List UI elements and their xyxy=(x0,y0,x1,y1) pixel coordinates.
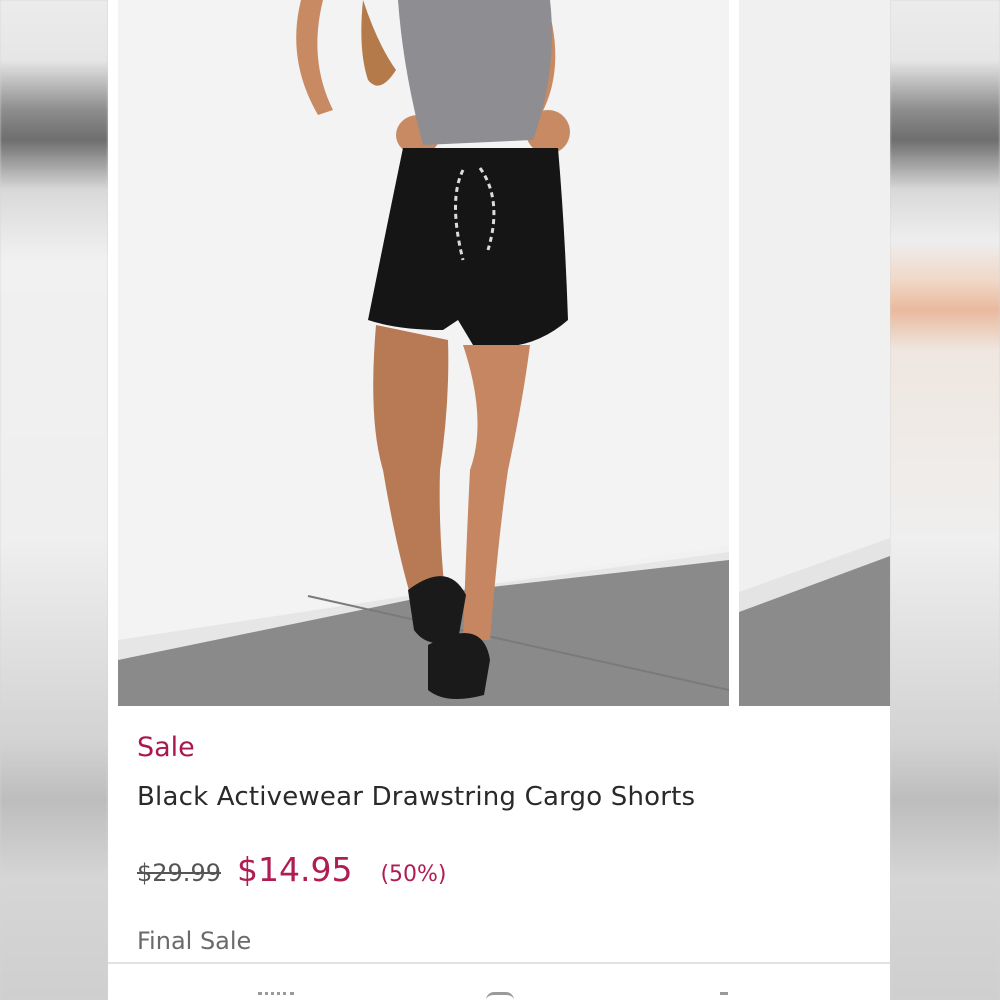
menu-icon[interactable] xyxy=(258,992,294,1000)
facebook-icon[interactable] xyxy=(720,992,728,1000)
sale-price: $14.95 xyxy=(236,850,353,889)
price-row: $29.99 $14.95 (50%) xyxy=(137,850,447,889)
instagram-icon[interactable] xyxy=(486,992,514,1000)
product-title[interactable]: Black Activewear Drawstring Cargo Shorts xyxy=(137,782,695,812)
final-sale-note: Final Sale xyxy=(137,927,252,955)
product-image[interactable] xyxy=(118,0,729,706)
product-card: Sale Black Activewear Drawstring Cargo S… xyxy=(108,0,890,1000)
original-price: $29.99 xyxy=(137,859,221,887)
blurred-backdrop-right xyxy=(890,0,1000,1000)
sale-badge: Sale xyxy=(137,732,195,763)
blurred-backdrop-left xyxy=(0,0,108,1000)
discount-percent: (50%) xyxy=(380,862,447,887)
next-product-image[interactable] xyxy=(739,0,890,706)
bottom-toolbar xyxy=(108,964,890,1000)
